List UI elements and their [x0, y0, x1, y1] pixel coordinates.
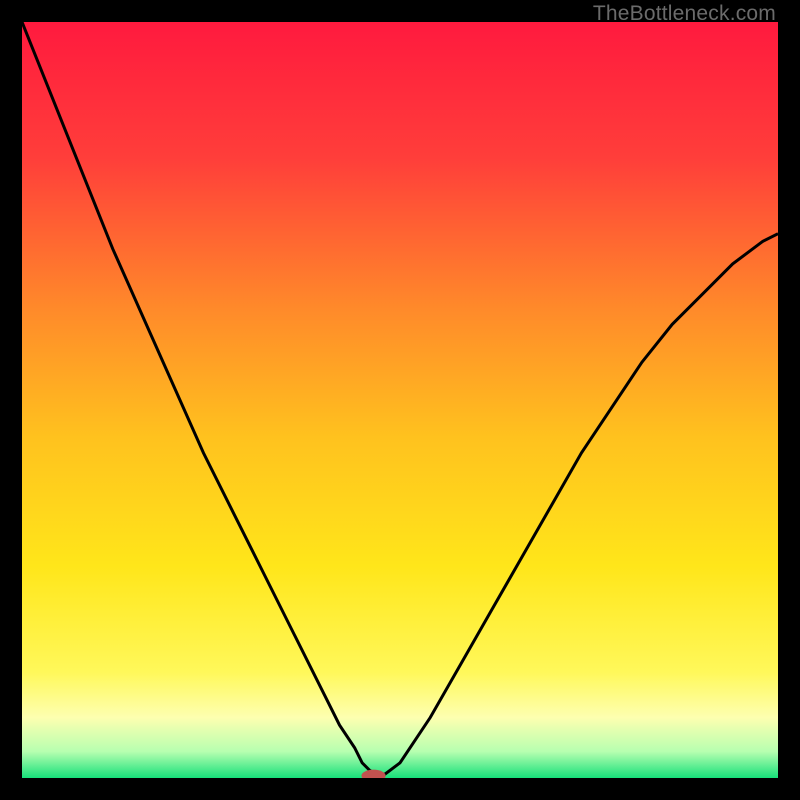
gradient-background [22, 22, 778, 778]
bottleneck-chart [22, 22, 778, 778]
chart-frame [22, 22, 778, 778]
